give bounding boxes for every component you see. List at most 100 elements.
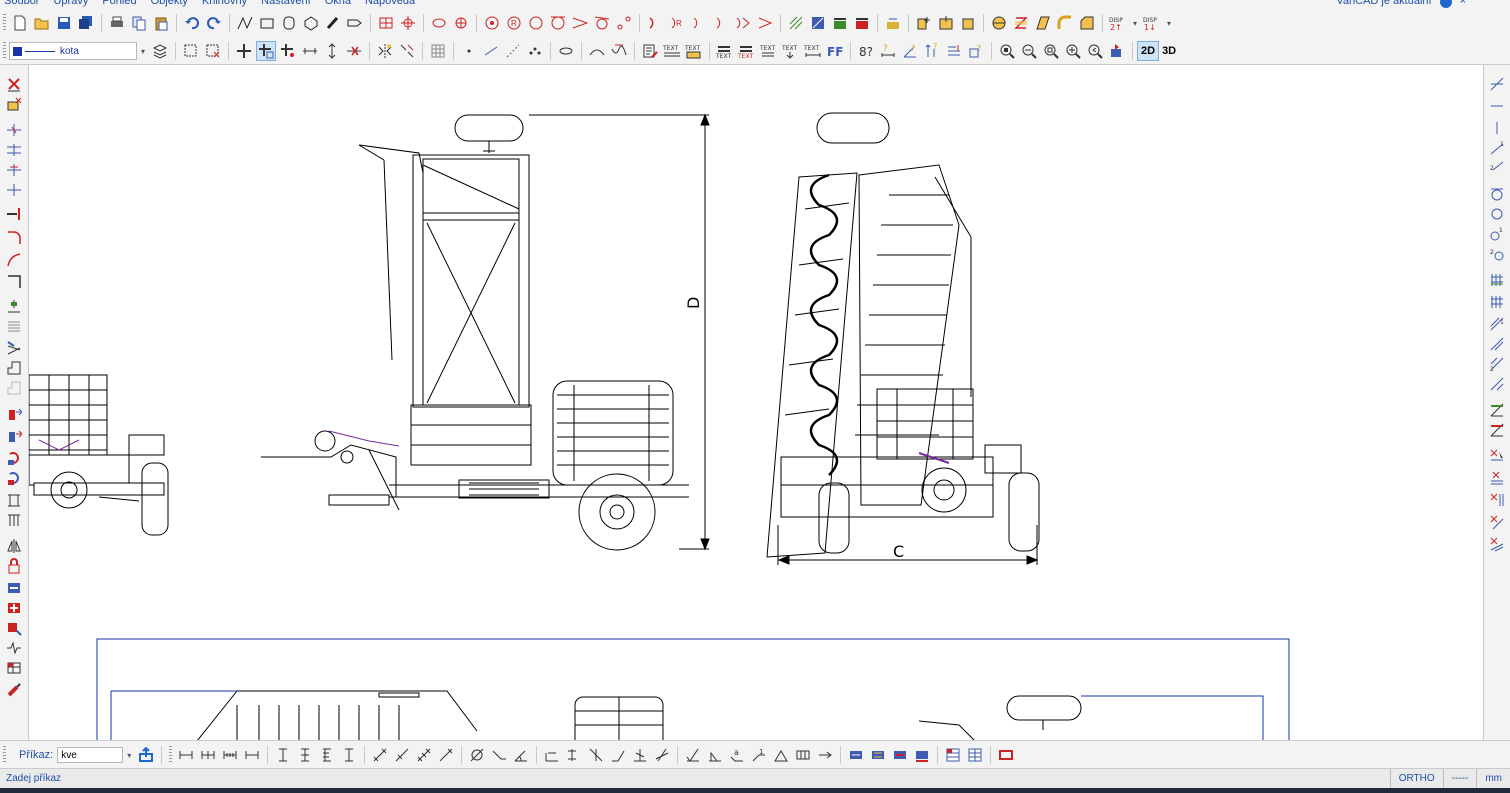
dim-vertical-baseline-icon[interactable]	[317, 745, 337, 765]
diagonal-3-icon[interactable]: 2	[1487, 355, 1507, 373]
property-brush-icon[interactable]	[4, 681, 24, 699]
query-icon[interactable]: 8?	[856, 41, 876, 61]
ortho-toggle[interactable]: ORTHO	[1389, 769, 1443, 789]
dim-style-icon[interactable]	[868, 745, 888, 765]
dim-aligned-ordinate-icon[interactable]	[436, 745, 456, 765]
circle-tan2-icon[interactable]	[592, 13, 612, 33]
extend-icon[interactable]	[4, 161, 24, 179]
dim-chain-icon[interactable]	[198, 745, 218, 765]
circle-center-icon[interactable]	[482, 13, 502, 33]
layers-icon[interactable]	[150, 41, 170, 61]
line-2point-icon[interactable]: 2	[1487, 159, 1507, 177]
query-area-icon[interactable]	[944, 41, 964, 61]
block-edit-icon[interactable]	[958, 13, 978, 33]
trim-both-icon[interactable]	[4, 141, 24, 159]
query-distance-icon[interactable]: ?	[878, 41, 898, 61]
chevron-down-icon[interactable]: ▾	[123, 746, 135, 764]
curve-icon[interactable]	[587, 41, 607, 61]
layer-selector[interactable]: kota	[9, 42, 137, 60]
hatch-delete-icon[interactable]	[883, 13, 903, 33]
copy-icon[interactable]	[129, 13, 149, 33]
cross-diag-icon[interactable]	[1487, 513, 1507, 531]
break-line-icon[interactable]	[4, 639, 24, 657]
arc-radius-icon[interactable]: R	[667, 13, 687, 33]
open-file-icon[interactable]	[32, 13, 52, 33]
circle-radius-icon[interactable]: R	[504, 13, 524, 33]
dim-baseline-icon[interactable]	[220, 745, 240, 765]
arc-point-icon[interactable]	[755, 13, 775, 33]
menu-item-3[interactable]: Objekty	[151, 0, 188, 7]
fill-icon[interactable]	[830, 13, 850, 33]
align-icon[interactable]	[4, 491, 24, 509]
print-icon[interactable]	[107, 13, 127, 33]
array-icon[interactable]	[397, 41, 417, 61]
rotate-blue-icon[interactable]	[4, 469, 24, 487]
hatch-rect-icon[interactable]	[376, 13, 396, 33]
dim-arrow-icon[interactable]	[912, 745, 932, 765]
move-icon[interactable]	[234, 41, 254, 61]
toolbar-grip[interactable]	[3, 746, 6, 764]
text-icon[interactable]: TEXT	[662, 41, 682, 61]
line-angle-icon[interactable]	[1487, 75, 1507, 93]
geometric-tolerance-icon[interactable]	[793, 745, 813, 765]
multi-line-icon[interactable]	[4, 317, 24, 335]
chevron-down-icon[interactable]: ▾	[1129, 14, 1141, 32]
dim-center-icon[interactable]	[586, 745, 606, 765]
menu-item-5[interactable]: Nastavení	[261, 0, 311, 7]
arrow-right-icon[interactable]	[815, 745, 835, 765]
lock-icon[interactable]	[4, 557, 24, 575]
dim-edit-icon[interactable]	[846, 745, 866, 765]
chamfer-icon[interactable]	[1077, 13, 1097, 33]
dim-vertical-icon[interactable]	[273, 745, 293, 765]
snap-point-icon[interactable]	[459, 41, 479, 61]
cross-hatch-icon[interactable]	[1487, 535, 1507, 553]
dim-tolerance-icon[interactable]	[564, 745, 584, 765]
italic-shape-icon[interactable]	[1033, 13, 1053, 33]
delete-icon[interactable]	[4, 75, 24, 93]
text-edit-icon[interactable]	[640, 41, 660, 61]
new-file-icon[interactable]	[10, 13, 30, 33]
surface-finish-icon[interactable]	[683, 745, 703, 765]
zoom-window-icon[interactable]	[1041, 41, 1061, 61]
arc-tangent-icon[interactable]	[711, 13, 731, 33]
frame-icon[interactable]	[996, 745, 1016, 765]
save-icon[interactable]	[54, 13, 74, 33]
datum-icon[interactable]	[771, 745, 791, 765]
menu-item-7[interactable]: Nápověda	[365, 0, 415, 7]
insert-red-icon[interactable]	[4, 599, 24, 617]
export-blue-icon[interactable]	[4, 427, 24, 445]
arc-chord-icon[interactable]	[733, 13, 753, 33]
move-block-icon[interactable]	[4, 619, 24, 637]
zoom-in-icon[interactable]	[1063, 41, 1083, 61]
redo-icon[interactable]	[204, 13, 224, 33]
spline-icon[interactable]	[609, 41, 629, 61]
tangent-icon[interactable]	[570, 13, 590, 33]
zoom-all-icon[interactable]	[997, 41, 1017, 61]
chevron-down-icon[interactable]: ▾	[1163, 14, 1175, 32]
info-icon[interactable]	[1439, 0, 1452, 8]
annotation-1-icon[interactable]: 1	[749, 745, 769, 765]
edit-line-icon[interactable]	[4, 339, 24, 357]
toolbar-grip[interactable]	[3, 42, 6, 60]
table-icon[interactable]	[4, 659, 24, 677]
text-multiline-icon[interactable]: TEXT	[684, 41, 704, 61]
slot-icon[interactable]	[323, 13, 343, 33]
circle-tangent-icon[interactable]	[548, 13, 568, 33]
dim-angle-icon[interactable]	[511, 745, 531, 765]
menu-item-6[interactable]: Okna	[325, 0, 351, 7]
delete-segment-icon[interactable]	[344, 41, 364, 61]
points-icon[interactable]	[614, 13, 634, 33]
polyline-icon[interactable]	[235, 13, 255, 33]
delete-window-icon[interactable]	[4, 95, 24, 113]
symbol-z-icon[interactable]	[1011, 13, 1031, 33]
align-multi-icon[interactable]	[4, 511, 24, 529]
query-entity-icon[interactable]: ?	[966, 41, 986, 61]
line-1point-icon[interactable]: 1	[1487, 139, 1507, 157]
text-arrow-icon[interactable]: TEXT	[781, 41, 801, 61]
menu-item-0[interactable]: Soubor	[4, 0, 39, 7]
arc-icon[interactable]	[645, 13, 665, 33]
stretch-icon[interactable]	[300, 41, 320, 61]
rounded-rect-icon[interactable]	[279, 13, 299, 33]
extend-to-icon[interactable]	[4, 205, 24, 223]
fillet-radius-icon[interactable]	[4, 251, 24, 269]
